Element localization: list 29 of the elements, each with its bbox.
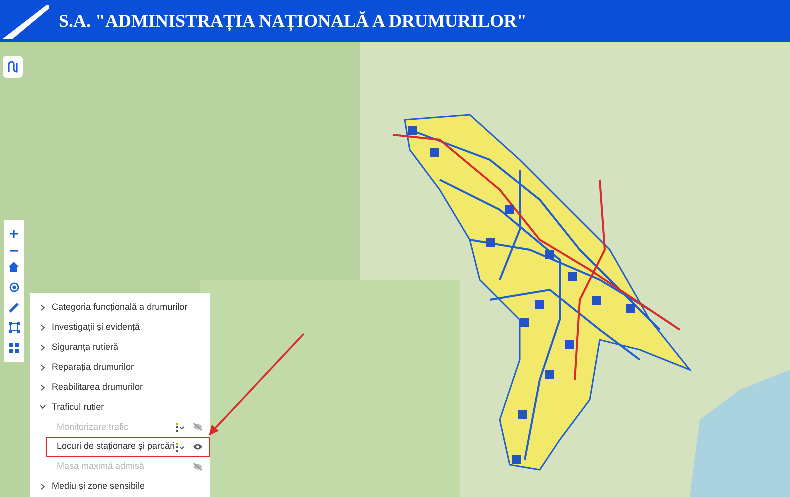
home-icon[interactable]	[9, 262, 19, 272]
layer-group-label[interactable]: Categoria funcțională a drumurilor	[52, 301, 188, 315]
ruler-icon[interactable]	[9, 302, 19, 313]
layer-label[interactable]: Locuri de staționare și parcări	[57, 440, 176, 454]
chevron-right-icon[interactable]	[40, 364, 46, 371]
layer-group-label[interactable]: Siguranța rutieră	[52, 340, 119, 354]
layer-group-label[interactable]: Reabilitarea drumurilor	[52, 380, 144, 394]
layer-group-label[interactable]: Mediu și zone sensibile	[52, 480, 146, 494]
chevron-right-icon[interactable]	[40, 324, 46, 331]
legend-menu-icon[interactable]	[175, 422, 186, 432]
eye-slash-icon[interactable]	[193, 423, 204, 432]
header-title: S.A. "ADMINISTRAȚIA NAȚIONALĂ A DRUMURILOR"	[59, 10, 528, 34]
eye-icon[interactable]	[193, 443, 204, 452]
legend-menu-icon[interactable]	[175, 442, 186, 452]
layer-group-label[interactable]: Reparația drumurilor	[52, 360, 134, 374]
zoom-in-icon[interactable]	[9, 228, 19, 239]
chevron-right-icon[interactable]	[40, 384, 46, 390]
chevron-right-icon[interactable]	[40, 304, 46, 311]
locate-icon[interactable]	[8, 282, 20, 293]
route-icon[interactable]	[7, 61, 19, 73]
layer-group-label[interactable]: Investigații și evidență	[52, 321, 140, 335]
selection-icon[interactable]	[8, 322, 20, 334]
zoom-out-icon[interactable]	[9, 248, 19, 253]
chevron-right-icon[interactable]	[40, 484, 46, 490]
grid-icon[interactable]	[9, 343, 19, 354]
layer-group-label[interactable]: Traficul rutier	[52, 400, 104, 414]
eye-slash-icon[interactable]	[193, 463, 204, 472]
chevron-down-icon[interactable]	[40, 404, 46, 410]
chevron-right-icon[interactable]	[40, 344, 46, 351]
